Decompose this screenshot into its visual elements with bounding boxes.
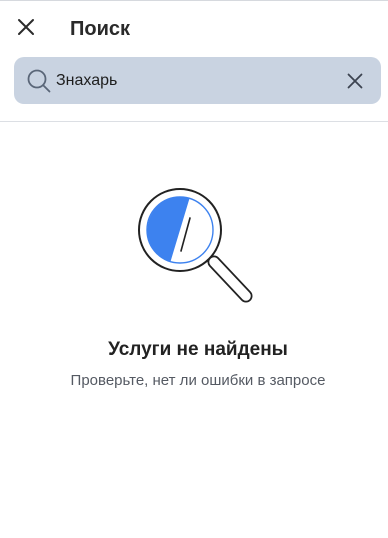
search-icon bbox=[27, 69, 51, 93]
divider bbox=[0, 121, 388, 122]
page-title: Поиск bbox=[70, 18, 131, 40]
close-button[interactable] bbox=[10, 11, 42, 43]
empty-state-subtitle: Проверьте, нет ли ошибки в запросе bbox=[70, 372, 326, 389]
search-box[interactable] bbox=[14, 57, 381, 104]
search-input[interactable] bbox=[56, 57, 336, 104]
header: Поиск bbox=[0, 1, 388, 55]
clear-button[interactable] bbox=[343, 69, 367, 93]
magnifier-illustration bbox=[138, 188, 253, 303]
close-icon bbox=[18, 19, 34, 35]
clear-icon bbox=[347, 73, 363, 89]
empty-state-title: Услуги не найдены bbox=[108, 339, 288, 360]
